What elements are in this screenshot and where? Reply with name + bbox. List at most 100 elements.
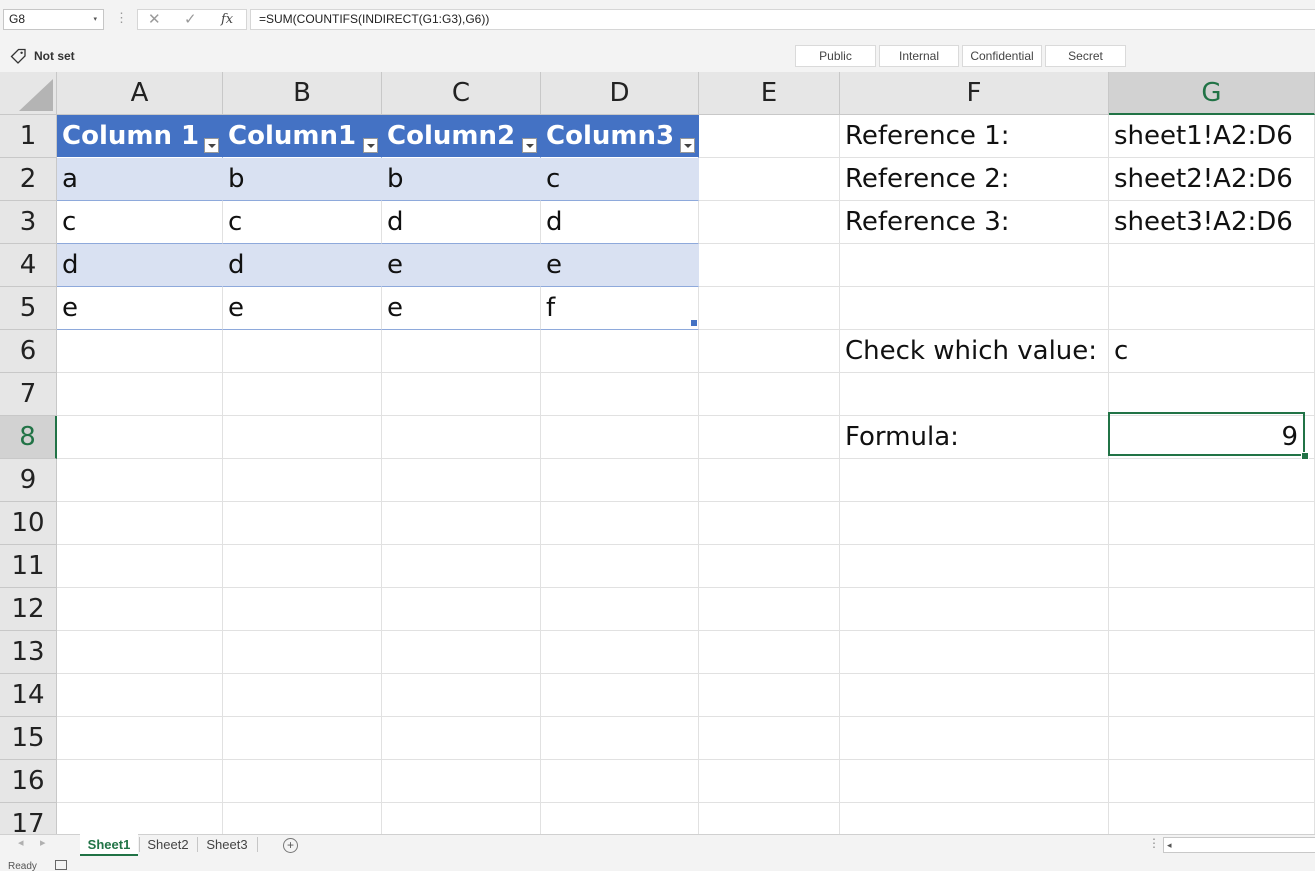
grid-cell[interactable] [699,588,840,631]
scroll-tabs-right-icon[interactable]: ▸ [40,836,46,849]
table-cell[interactable]: d [541,201,699,244]
table-header-cell[interactable]: Column3 [541,115,699,158]
grid-cell[interactable] [541,760,699,803]
grid-cell[interactable] [382,373,541,416]
reference-3-label[interactable]: Reference 3: [840,201,1109,244]
grid-cell[interactable] [840,244,1109,287]
row-header-2[interactable]: 2 [0,158,57,201]
table-resize-handle[interactable] [691,320,697,326]
check-value-label[interactable]: Check which value: [840,330,1109,373]
formula-label[interactable]: Formula: [840,416,1109,459]
table-cell[interactable]: c [57,201,223,244]
grid-cell[interactable] [223,545,382,588]
grid-cell[interactable] [382,459,541,502]
table-cell[interactable]: e [57,287,223,330]
macro-recording-icon[interactable] [55,860,67,870]
row-header-6[interactable]: 6 [0,330,57,373]
sheet-tab-sheet1[interactable]: Sheet1 [80,834,138,856]
grid-cell[interactable] [541,416,699,459]
grid-cell[interactable] [840,631,1109,674]
grid-cell[interactable] [57,674,223,717]
table-cell[interactable]: f [541,287,699,330]
row-header-16[interactable]: 16 [0,760,57,803]
name-box[interactable]: G8 ▾ [3,9,104,30]
grid-cell[interactable] [699,545,840,588]
grid-cell[interactable] [1109,674,1315,717]
scroll-left-icon[interactable]: ◂ [1167,838,1172,852]
grid-cell[interactable] [1109,502,1315,545]
row-header-14[interactable]: 14 [0,674,57,717]
grid-cell[interactable] [541,545,699,588]
formula-input[interactable]: =SUM(COUNTIFS(INDIRECT(G1:G3),G6)) [250,9,1315,30]
grid-cell[interactable] [541,588,699,631]
grid-cell[interactable] [57,416,223,459]
table-cell[interactable]: e [541,244,699,287]
more-options-icon[interactable]: ⋮ [115,10,128,26]
sensitivity-secret-button[interactable]: Secret [1045,45,1126,67]
enter-icon[interactable]: ✓ [184,10,197,29]
grid-cell[interactable] [1109,287,1315,330]
add-sheet-icon[interactable]: + [283,838,298,853]
column-header-c[interactable]: C [382,72,541,115]
column-header-f[interactable]: F [840,72,1109,115]
row-header-3[interactable]: 3 [0,201,57,244]
column-header-g[interactable]: G [1109,72,1315,115]
grid-cell[interactable] [840,373,1109,416]
grid-cell[interactable] [699,330,840,373]
column-header-d[interactable]: D [541,72,699,115]
grid-cell[interactable] [699,416,840,459]
grid-cell[interactable] [541,674,699,717]
table-cell[interactable]: b [223,158,382,201]
grid-cell[interactable] [382,330,541,373]
grid-cell[interactable] [382,631,541,674]
table-cell[interactable]: e [223,287,382,330]
grid-cell[interactable] [541,502,699,545]
grid-cell[interactable] [1109,717,1315,760]
grid-cell[interactable] [223,416,382,459]
grid-cell[interactable] [541,373,699,416]
row-header-11[interactable]: 11 [0,545,57,588]
grid-cell[interactable] [1109,545,1315,588]
chevron-down-icon[interactable]: ▾ [93,10,97,29]
sensitivity-internal-button[interactable]: Internal [879,45,959,67]
grid-cell[interactable] [57,545,223,588]
row-header-12[interactable]: 12 [0,588,57,631]
filter-dropdown-icon[interactable] [363,138,378,153]
filter-dropdown-icon[interactable] [522,138,537,153]
grid-cell[interactable] [699,158,840,201]
grid-cell[interactable] [699,459,840,502]
grid-cell[interactable] [541,631,699,674]
row-header-9[interactable]: 9 [0,459,57,502]
table-header-cell[interactable]: Column2 [382,115,541,158]
grid-cell[interactable] [840,545,1109,588]
grid-cell[interactable] [1109,373,1315,416]
grid-cell[interactable] [57,588,223,631]
grid-cell[interactable] [699,674,840,717]
horizontal-scrollbar[interactable]: ◂ [1163,837,1315,853]
grid-cell[interactable] [1109,588,1315,631]
row-header-4[interactable]: 4 [0,244,57,287]
table-cell[interactable]: e [382,287,541,330]
grid-cell[interactable] [1109,631,1315,674]
reference-1-value[interactable]: sheet1!A2:D6 [1109,115,1315,158]
grid-cell[interactable] [57,330,223,373]
grid-cell[interactable] [541,459,699,502]
table-cell[interactable]: b [382,158,541,201]
grid-cell[interactable] [57,717,223,760]
split-handle-icon[interactable]: ⋮ [1148,836,1160,850]
grid-cell[interactable] [223,760,382,803]
reference-2-value[interactable]: sheet2!A2:D6 [1109,158,1315,201]
grid-cell[interactable] [382,717,541,760]
grid-cell[interactable] [57,631,223,674]
row-header-8[interactable]: 8 [0,416,57,459]
grid-cell[interactable] [699,244,840,287]
grid-cell[interactable] [699,373,840,416]
table-cell[interactable]: d [57,244,223,287]
grid-cell[interactable] [840,717,1109,760]
grid-cell[interactable] [223,588,382,631]
column-header-e[interactable]: E [699,72,840,115]
table-header-cell[interactable]: Column1 [223,115,382,158]
row-header-7[interactable]: 7 [0,373,57,416]
grid-cell[interactable] [223,717,382,760]
grid-cell[interactable] [840,287,1109,330]
